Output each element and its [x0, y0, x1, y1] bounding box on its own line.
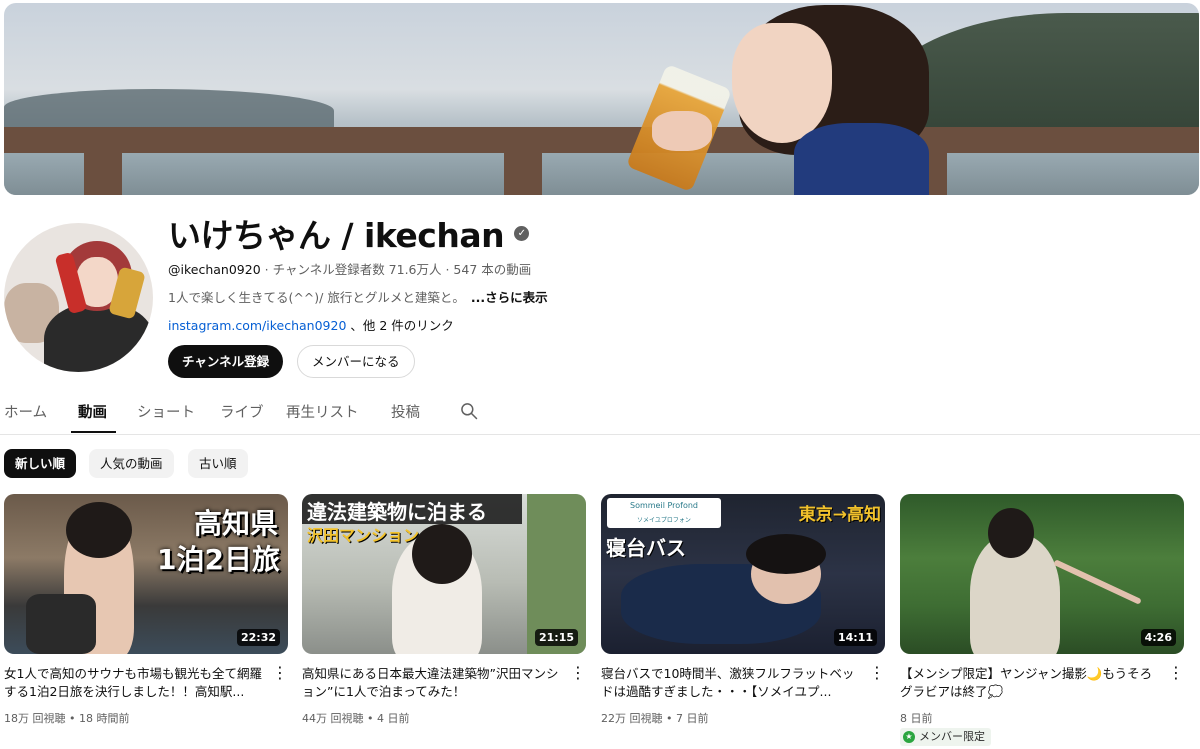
video-duration: 14:11: [833, 629, 877, 646]
thumbnail-overlay-text: 沢田マンション: [307, 526, 420, 545]
check-circle-icon: ✓: [514, 225, 530, 241]
channel-description[interactable]: 1人で楽しく生きてる(^^)/ 旅行とグルメと建築と。 ...さらに表示: [168, 287, 548, 306]
banner-railing: [4, 127, 1199, 153]
subscribe-button[interactable]: チャンネル登録: [168, 345, 284, 378]
search-icon[interactable]: [459, 401, 479, 421]
show-more-link[interactable]: ...さらに表示: [471, 290, 548, 305]
channel-meta: @ikechan0920 · チャンネル登録者数 71.6万人 · 547 本の…: [168, 259, 531, 278]
channel-avatar[interactable]: [4, 223, 153, 372]
channel-name: いけちゃん / ikechan ✓: [168, 209, 530, 257]
video-title[interactable]: 【メンシプ限定】ヤンジャン撮影🌙もうそろグラビアは終了💭: [900, 665, 1162, 701]
video-meta: 22万 回視聴 • 7 日前: [601, 712, 709, 725]
instagram-link[interactable]: instagram.com/ikechan0920: [168, 318, 346, 333]
thumbnail-figure-shorts: [26, 594, 96, 654]
video-item[interactable]: 高知県 1泊2日旅 22:32 女1人で高知のサウナも市場も観光も全て網羅する1…: [4, 494, 288, 725]
thumbnail-overlay-text: 1泊2日旅: [157, 543, 280, 576]
tab-live[interactable]: ライブ: [220, 401, 264, 422]
more-vert-icon[interactable]: ⋮: [570, 665, 586, 681]
channel-handle: @ikechan0920: [168, 262, 261, 277]
video-title[interactable]: 寝台バスで10時間半、激狭フルフラットベッドは過酷すぎました・・・【ソメイユプ.…: [601, 665, 863, 701]
channel-stats: · チャンネル登録者数 71.6万人 · 547 本の動画: [260, 262, 532, 277]
thumbnail-figure-arm: [1053, 559, 1142, 605]
thumbnail-figure-hair: [988, 508, 1034, 558]
more-links-link[interactable]: 、他 2 件のリンク: [350, 318, 453, 333]
tab-videos[interactable]: 動画: [78, 401, 107, 422]
filter-newest[interactable]: 新しい順: [4, 449, 77, 478]
more-vert-icon[interactable]: ⋮: [869, 665, 885, 681]
tab-home[interactable]: ホーム: [4, 401, 47, 422]
banner-person-shirt: [794, 123, 929, 195]
video-title[interactable]: 高知県にある日本最大違法建築物”沢田マンション”に1人で泊まってみた！: [302, 665, 564, 701]
thumbnail-figure-hair: [746, 534, 826, 574]
filter-oldest[interactable]: 古い順: [188, 449, 248, 478]
video-item[interactable]: 違法建築物に泊まる 沢田マンション 21:15 高知県にある日本最大違法建築物”…: [302, 494, 586, 725]
video-meta: 8 日前: [900, 712, 933, 725]
thumbnail-figure-hair: [66, 502, 132, 558]
tab-playlists[interactable]: 再生リスト: [286, 401, 359, 422]
video-meta: 44万 回視聴 • 4 日前: [302, 712, 410, 725]
avatar-body: [44, 303, 153, 372]
star-icon: ★: [903, 731, 915, 743]
channel-banner: [4, 3, 1199, 195]
more-vert-icon[interactable]: ⋮: [1168, 665, 1184, 681]
more-vert-icon[interactable]: ⋮: [272, 665, 288, 681]
video-duration: 22:32: [236, 629, 280, 646]
thumbnail-overlay-text: 東京→高知: [798, 505, 881, 525]
video-duration: 21:15: [534, 629, 578, 646]
tab-posts[interactable]: 投稿: [391, 401, 420, 422]
filter-popular[interactable]: 人気の動画: [89, 449, 174, 478]
channel-links: instagram.com/ikechan0920 、他 2 件のリンク: [168, 315, 454, 334]
thumbnail-overlay-text: 違法建築物に泊まる: [307, 500, 487, 524]
thumbnail-logo-box: Sommeil Profond ソメイユプロフォン: [607, 498, 721, 528]
banner-person-face: [732, 23, 832, 143]
channel-description-text: 1人で楽しく生きてる(^^)/ 旅行とグルメと建築と。: [168, 290, 465, 305]
banner-railing-post: [84, 153, 122, 195]
video-item[interactable]: 4:26 【メンシプ限定】ヤンジャン撮影🌙もうそろグラビアは終了💭 ⋮ 8 日前…: [900, 494, 1184, 746]
join-membership-button[interactable]: メンバーになる: [297, 345, 415, 378]
video-thumbnail[interactable]: 違法建築物に泊まる 沢田マンション 21:15: [302, 494, 586, 654]
video-thumbnail[interactable]: 高知県 1泊2日旅 22:32: [4, 494, 288, 654]
video-meta: 18万 回視聴 • 18 時間前: [4, 712, 130, 725]
video-thumbnail[interactable]: 4:26: [900, 494, 1184, 654]
thumbnail-overlay-text: 高知県: [193, 507, 278, 540]
banner-hill: [4, 89, 334, 129]
channel-name-text: いけちゃん / ikechan: [168, 216, 505, 255]
tab-shorts[interactable]: ショート: [137, 401, 195, 422]
banner-railing-post: [504, 153, 542, 195]
video-thumbnail[interactable]: Sommeil Profond ソメイユプロフォン 東京→高知 寝台バス 14:…: [601, 494, 885, 654]
thumbnail-logo-text: Sommeil Profond: [629, 501, 699, 510]
banner-person-hand: [652, 111, 712, 151]
members-only-label: メンバー限定: [919, 730, 985, 743]
video-item[interactable]: Sommeil Profond ソメイユプロフォン 東京→高知 寝台バス 14:…: [601, 494, 885, 725]
thumbnail-overlay-text: 寝台バス: [606, 536, 686, 560]
thumbnail-figure-hair: [412, 524, 472, 584]
active-tab-underline: [71, 431, 116, 433]
channel-tabs: ホーム 動画 ショート ライブ 再生リスト 投稿: [0, 390, 1200, 435]
members-only-badge: ★ メンバー限定: [900, 728, 991, 746]
video-duration: 4:26: [1140, 629, 1176, 646]
thumbnail-logo-subtext: ソメイユプロフォン: [637, 517, 691, 524]
video-title[interactable]: 女1人で高知のサウナも市場も観光も全て網羅する1泊2日旅を決行しました！！高知駅…: [4, 665, 266, 701]
